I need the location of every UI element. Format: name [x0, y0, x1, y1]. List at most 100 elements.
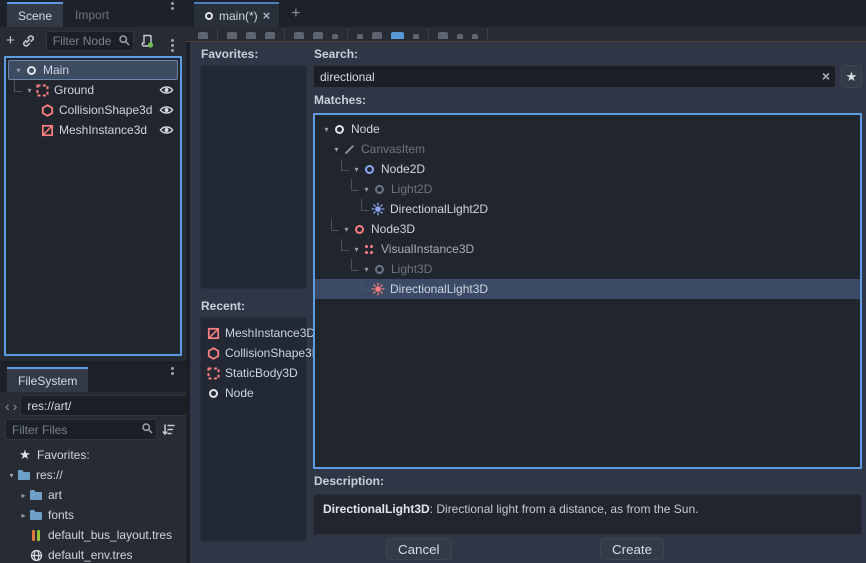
tree-elbow	[351, 259, 359, 271]
chevron-down-icon[interactable]: ▾	[361, 185, 372, 194]
history-back-button[interactable]: ‹	[5, 398, 10, 414]
chevron-down-icon[interactable]: ▾	[13, 66, 24, 75]
tab-scene[interactable]: Scene	[7, 2, 63, 27]
node3d-icon	[352, 222, 366, 236]
create-node-dialog: Favorites: Recent: MeshInstance3D Collis…	[190, 42, 866, 563]
search-icon	[141, 422, 154, 438]
directional-light-3d-icon	[371, 282, 385, 296]
scene-tree-item-meshinstance3d[interactable]: MeshInstance3d	[6, 120, 180, 140]
filesystem-nav: ‹ ›	[0, 392, 186, 418]
match-item-directionallight2d[interactable]: DirectionalLight2D	[315, 199, 860, 219]
mesh-instance-3d-icon	[40, 123, 54, 137]
fs-item-default-env[interactable]: default_env.tres	[6, 545, 186, 563]
tree-elbow	[361, 199, 369, 211]
tree-elbow	[14, 80, 22, 92]
recent-item-meshinstance3d[interactable]: MeshInstance3D	[206, 323, 306, 343]
chevron-down-icon[interactable]: ▾	[341, 225, 352, 234]
toolbar-icon-stub	[198, 32, 208, 39]
description-label: Description:	[313, 469, 862, 492]
visibility-eye-icon[interactable]	[159, 84, 174, 96]
directional-light-2d-icon	[371, 202, 385, 216]
light2d-icon	[372, 182, 386, 196]
search-input[interactable]	[313, 65, 836, 88]
search-field: ×	[313, 65, 836, 88]
create-button[interactable]: Create	[600, 538, 664, 560]
current-path-input[interactable]	[20, 395, 186, 416]
godot-editor-window: Scene Import +	[0, 0, 866, 563]
scene-tab-bar: main(*) × +	[186, 0, 866, 27]
chevron-down-icon[interactable]: ▾	[321, 125, 332, 134]
toolbar-icon-stub	[294, 32, 304, 39]
match-item-node3d[interactable]: ▾ Node3D	[315, 219, 860, 239]
recent-item-node[interactable]: Node	[206, 383, 306, 403]
chevron-right-icon[interactable]: ▸	[18, 491, 29, 500]
add-node-button[interactable]: +	[6, 33, 15, 48]
visibility-eye-icon[interactable]	[159, 124, 174, 136]
history-forward-button[interactable]: ›	[13, 398, 18, 414]
filesystem-dock: FileSystem ‹ ›	[0, 365, 186, 563]
collision-shape-3d-icon	[206, 346, 220, 360]
chevron-right-icon[interactable]: ▸	[18, 511, 29, 520]
tab-import[interactable]: Import	[63, 2, 121, 27]
recent-item-staticbody3d[interactable]: StaticBody3D	[206, 363, 306, 383]
scene-dock-tabbar: Scene Import	[0, 0, 186, 27]
audio-bus-layout-icon	[29, 528, 43, 542]
search-row: × ★	[313, 65, 862, 88]
clear-search-icon[interactable]: ×	[822, 68, 830, 84]
favorites-label: Favorites:	[200, 42, 307, 65]
fs-item-art[interactable]: ▸ art	[6, 485, 186, 505]
dialog-left-column: Favorites: Recent: MeshInstance3D Collis…	[200, 42, 307, 542]
tree-elbow	[331, 219, 339, 231]
chevron-down-icon[interactable]: ▾	[24, 86, 35, 95]
fs-item-favorites[interactable]: ★ Favorites:	[6, 445, 186, 465]
canvas-item-icon	[342, 142, 356, 156]
sort-files-icon[interactable]	[162, 423, 176, 437]
match-item-canvasitem[interactable]: ▾ CanvasItem	[315, 139, 860, 159]
static-body-3d-icon	[35, 83, 49, 97]
scene-filter	[46, 31, 134, 51]
attach-script-icon[interactable]	[140, 34, 154, 48]
match-item-light3d[interactable]: ▾ Light3D	[315, 259, 860, 279]
matches-tree: ▾ Node ▾ CanvasItem ▾ Node2D	[313, 113, 862, 469]
tree-elbow	[341, 159, 349, 171]
toolbar-icon-stub	[372, 32, 382, 39]
fs-item-fonts[interactable]: ▸ fonts	[6, 505, 186, 525]
match-item-light2d[interactable]: ▾ Light2D	[315, 179, 860, 199]
match-item-directionallight3d[interactable]: DirectionalLight3D	[315, 279, 860, 299]
scene-dock: Scene Import +	[0, 0, 186, 361]
recent-item-collisionshape3d[interactable]: CollisionShape3D	[206, 343, 306, 363]
light3d-icon	[372, 262, 386, 276]
fs-item-default-bus-layout[interactable]: default_bus_layout.tres	[6, 525, 186, 545]
cancel-button[interactable]: Cancel	[386, 538, 452, 560]
dialog-right-column: Search: × ★ Matches: ▾ Node ▾	[313, 42, 862, 535]
chevron-down-icon[interactable]: ▾	[331, 145, 342, 154]
filesystem-tabbar: FileSystem	[0, 365, 186, 392]
fs-item-res-root[interactable]: ▾ res://	[6, 465, 186, 485]
favorites-list[interactable]	[200, 65, 307, 289]
scene-tree-menu-icon[interactable]	[171, 39, 174, 42]
tab-main-scene[interactable]: main(*) ×	[194, 2, 279, 27]
match-item-node2d[interactable]: ▾ Node2D	[315, 159, 860, 179]
chevron-down-icon[interactable]: ▾	[6, 471, 17, 480]
instance-scene-icon[interactable]	[21, 34, 35, 48]
chevron-down-icon[interactable]: ▾	[351, 245, 362, 254]
scene-tree-item-collisionshape3d[interactable]: CollisionShape3d	[6, 100, 180, 120]
toolbar-icon-stub	[457, 34, 463, 39]
visibility-eye-icon[interactable]	[159, 104, 174, 116]
new-scene-tab-button[interactable]: +	[291, 5, 300, 23]
tab-filesystem[interactable]: FileSystem	[7, 367, 88, 392]
match-item-visualinstance3d[interactable]: ▾ VisualInstance3D	[315, 239, 860, 259]
chevron-down-icon[interactable]: ▾	[351, 165, 362, 174]
chevron-down-icon[interactable]: ▾	[361, 265, 372, 274]
toggle-favorite-button[interactable]: ★	[841, 65, 862, 88]
scene-tree-item-main[interactable]: ▾ Main	[8, 60, 178, 80]
scene-tree-item-ground[interactable]: ▾ Ground	[6, 80, 180, 100]
description-box: DirectionalLight3D: Directional light fr…	[313, 494, 862, 535]
close-icon[interactable]: ×	[263, 9, 271, 22]
toolbar-icon-stub	[313, 32, 323, 39]
tree-elbow	[341, 239, 349, 251]
filesystem-filter-input[interactable]	[5, 419, 157, 440]
folder-icon	[29, 488, 43, 502]
match-item-node[interactable]: ▾ Node	[315, 119, 860, 139]
node-icon	[206, 386, 220, 400]
